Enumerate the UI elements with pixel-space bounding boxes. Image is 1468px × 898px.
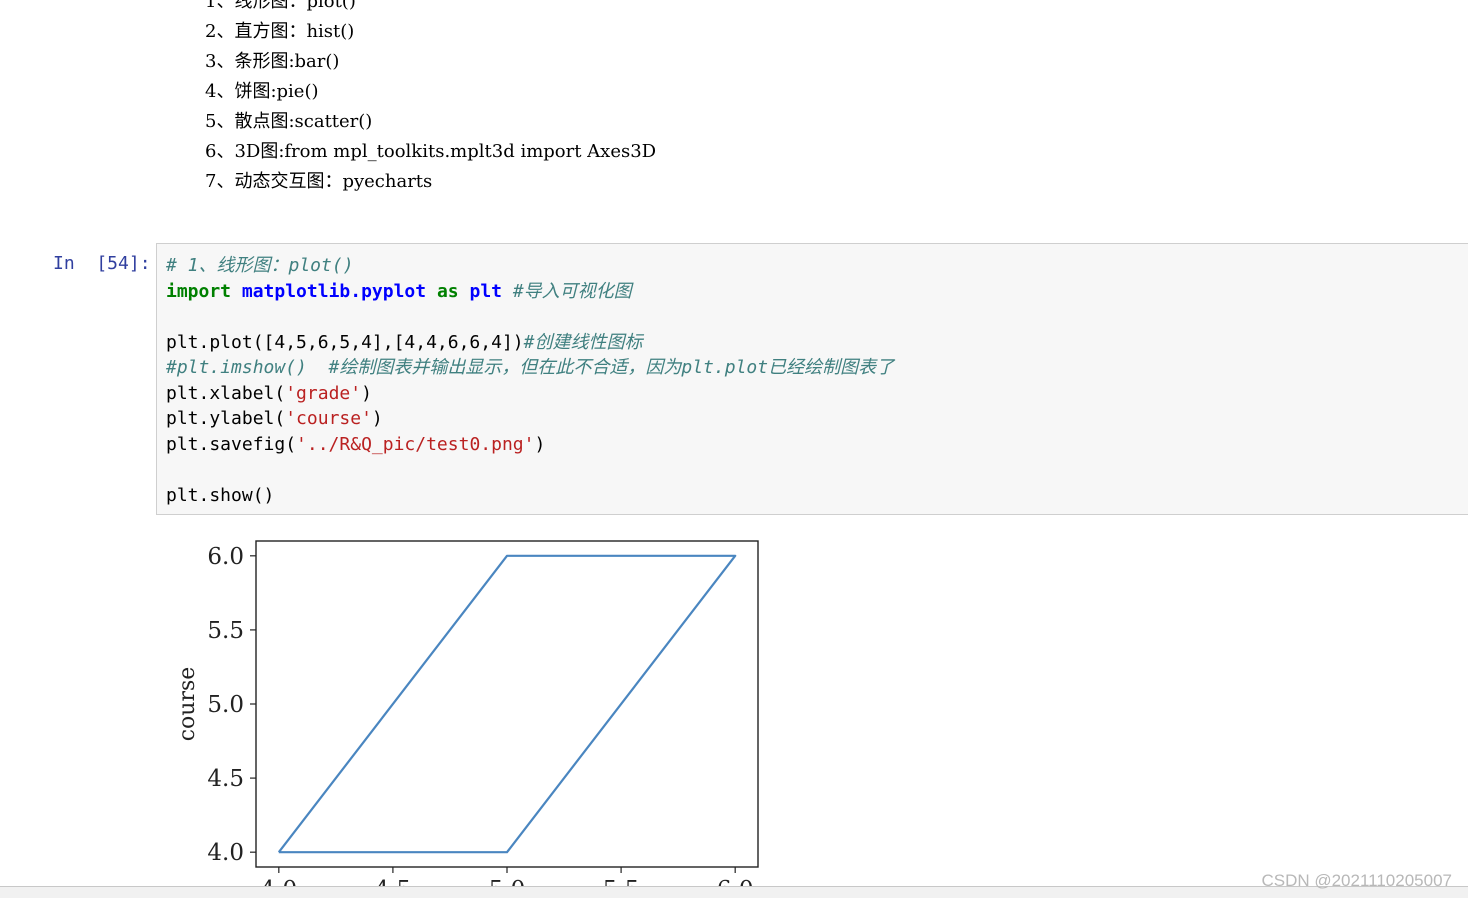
code-line: plt.show() (166, 483, 894, 509)
code-string: '../R&Q_pic/test0.png' (296, 433, 535, 455)
code-module-name: matplotlib.pyplot (241, 280, 427, 302)
code-text: ) (371, 408, 383, 429)
series-line (277, 554, 737, 854)
y-tick-label: 4.0 (207, 840, 244, 866)
y-axis-label: course (175, 667, 200, 742)
code-string: 'grade' (285, 382, 362, 404)
horizontal-scrollbar[interactable] (0, 886, 1468, 898)
plot-frame (255, 540, 759, 868)
code-line: plt.plot([4,5,6,5,4],[4,4,6,6,4])#创建线性图标 (166, 330, 894, 356)
output-chart: 4.04.55.05.56.04.04.55.05.56.0coursegrad… (170, 533, 770, 898)
list-item: 3、条形图:bar() (205, 51, 340, 72)
x-tick-label: 5.0 (489, 877, 526, 886)
watermark: CSDN @2021110205007 (1261, 871, 1452, 890)
code-line: import matplotlib.pyplot as plt #导入可视化图 (166, 279, 894, 305)
y-tick-label: 6.0 (207, 544, 244, 570)
list-item: 2、直方图：hist() (205, 21, 355, 42)
y-tick-label: 5.5 (207, 618, 244, 644)
x-tick-label: 4.5 (375, 877, 412, 886)
y-tick-label: 5.0 (207, 692, 244, 718)
code-comment: #导入可视化图 (512, 280, 632, 302)
code-line: #plt.imshow() #绘制图表并输出显示，但在此不合适，因为plt.pl… (166, 355, 894, 381)
code-text: plt.show() (166, 484, 275, 506)
list-item: 4、饼图:pie() (205, 81, 319, 102)
y-tick-label: 4.5 (207, 766, 244, 792)
x-tick-label: 4.0 (261, 877, 298, 886)
code-text: plt.ylabel( (166, 408, 286, 429)
code-module-alias: plt (469, 280, 502, 302)
code-line: plt.xlabel('grade') (166, 381, 894, 407)
code-keyword: import (166, 280, 232, 302)
x-tick-label: 5.5 (603, 877, 640, 886)
line-chart-svg: 4.04.55.05.56.04.04.55.05.56.0coursegrad… (175, 540, 759, 898)
code-block[interactable]: # 1、线形图：plot() import matplotlib.pyplot … (166, 253, 894, 508)
code-text: plt.savefig( (166, 433, 297, 455)
markdown-chart-type-list: 1、线形图：plot() 2、直方图：hist() 3、条形图:bar() 4、… (205, 0, 656, 197)
list-item: 1、线形图：plot() (205, 0, 356, 12)
code-text: plt.plot([4,5,6,5,4],[4,4,6,6,4]) (166, 331, 524, 353)
code-comment: #创建线性图标 (523, 331, 643, 353)
code-keyword: as (436, 280, 459, 302)
code-line: # 1、线形图：plot() (166, 253, 894, 279)
code-text: plt.xlabel( (166, 382, 286, 404)
list-item: 7、动态交互图：pyecharts (205, 171, 433, 192)
x-tick-label: 6.0 (717, 877, 754, 886)
code-string: 'course' (285, 408, 372, 429)
code-cell-editor[interactable]: # 1、线形图：plot() import matplotlib.pyplot … (156, 243, 1468, 515)
code-comment: # 1、线形图：plot() (166, 255, 354, 276)
list-item: 6、3D图:from mpl_toolkits.mplt3d import Ax… (205, 141, 657, 162)
list-item: 5、散点图:scatter() (205, 111, 373, 132)
code-line: plt.savefig('../R&Q_pic/test0.png') (166, 432, 894, 458)
code-line: plt.ylabel('course') (166, 406, 894, 432)
code-text: ) (534, 433, 546, 455)
cell-input-prompt: In [54]: (53, 253, 151, 274)
code-text: ) (361, 382, 372, 404)
code-comment: #plt.imshow() #绘制图表并输出显示，但在此不合适，因为plt.pl… (166, 357, 895, 378)
